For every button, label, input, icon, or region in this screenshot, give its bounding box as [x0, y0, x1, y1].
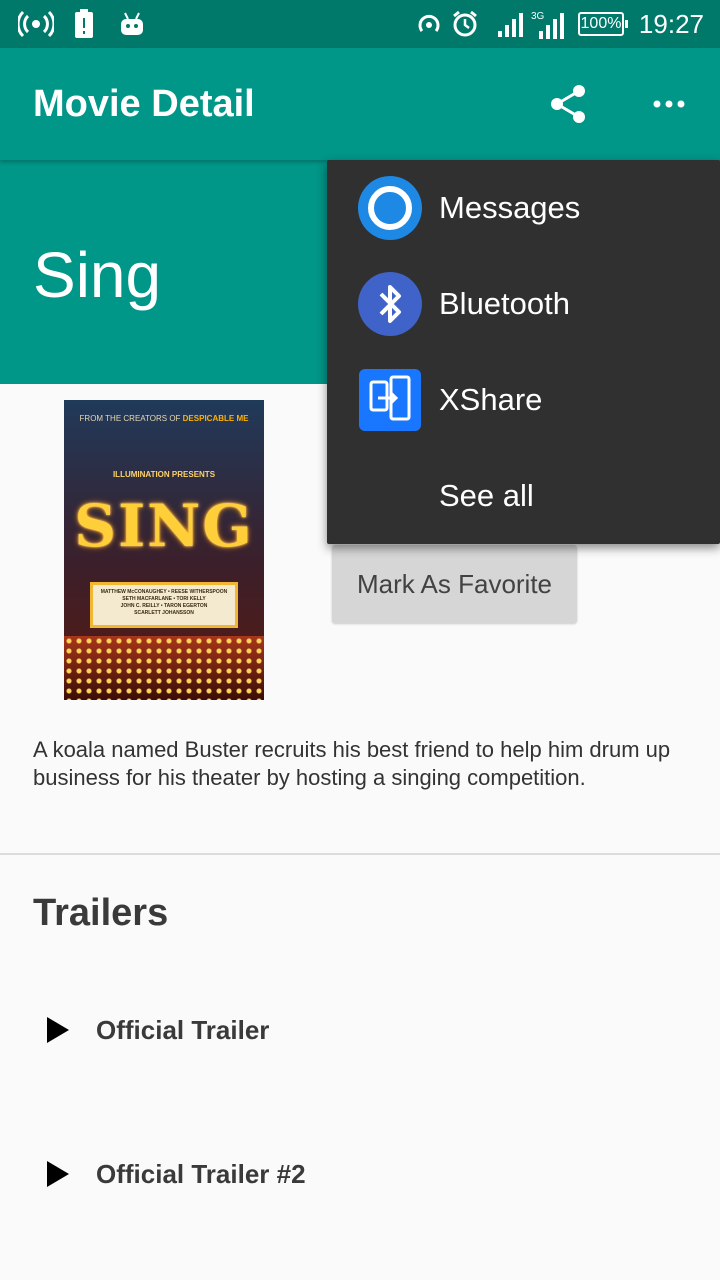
share-icon	[551, 85, 585, 123]
mark-as-favorite-button[interactable]: Mark As Favorite	[332, 545, 577, 623]
trailer-label: Official Trailer	[96, 1015, 270, 1045]
play-icon	[47, 1017, 69, 1043]
trailer-item[interactable]: Official Trailer #2	[32, 1144, 672, 1204]
movie-title: Sing	[33, 239, 162, 311]
page-title: Movie Detail	[33, 83, 255, 125]
poster-tagline: FROM THE CREATORS OF DESPICABLE ME	[79, 414, 249, 423]
share-option-label: Messages	[439, 190, 581, 225]
movie-overview: A koala named Buster recruits his best f…	[33, 737, 671, 790]
battery-alert-icon	[72, 8, 96, 40]
poster-marquee: MATTHEW McCONAUGHEY • REESE WITHERSPOON …	[90, 582, 238, 628]
play-icon	[47, 1161, 69, 1187]
share-option-label: XShare	[439, 382, 543, 417]
trailer-label: Official Trailer #2	[96, 1159, 306, 1189]
bluetooth-icon	[358, 272, 422, 336]
share-option-see-all[interactable]: See all	[327, 448, 720, 544]
divider	[0, 853, 720, 855]
share-popup-menu: Messages Bluetooth XShare See all	[327, 160, 720, 544]
share-option-label: Bluetooth	[439, 286, 570, 321]
app-bar: Movie Detail	[0, 48, 720, 160]
alarm-icon	[450, 8, 480, 40]
share-option-messages[interactable]: Messages	[327, 160, 720, 256]
xshare-icon	[359, 369, 421, 431]
movie-poster: FROM THE CREATORS OF DESPICABLE ME ILLUM…	[64, 400, 264, 700]
network-type-label: 3G	[531, 11, 545, 22]
poster-lights	[64, 636, 264, 700]
overflow-menu-button[interactable]	[641, 76, 697, 132]
signal-icon	[496, 8, 524, 40]
cast-icon	[415, 8, 443, 40]
trailers-heading: Trailers	[33, 892, 169, 934]
status-bar: 3G 100% 19:27	[0, 0, 720, 48]
messages-icon	[358, 176, 422, 240]
poster-brand: ILLUMINATION PRESENTS	[112, 470, 216, 479]
share-option-bluetooth[interactable]: Bluetooth	[327, 256, 720, 352]
more-vert-icon	[653, 100, 685, 108]
poster-logo: SING	[74, 492, 254, 560]
battery-indicator: 100%	[578, 12, 628, 36]
signal-3g-icon: 3G	[530, 8, 566, 40]
share-option-xshare[interactable]: XShare	[327, 352, 720, 448]
trailer-item[interactable]: Official Trailer	[32, 1000, 672, 1060]
hotspot-icon	[16, 8, 56, 40]
android-icon	[118, 8, 146, 40]
share-button[interactable]	[540, 76, 596, 132]
status-time: 19:27	[638, 9, 704, 39]
share-option-label: See all	[439, 478, 534, 513]
